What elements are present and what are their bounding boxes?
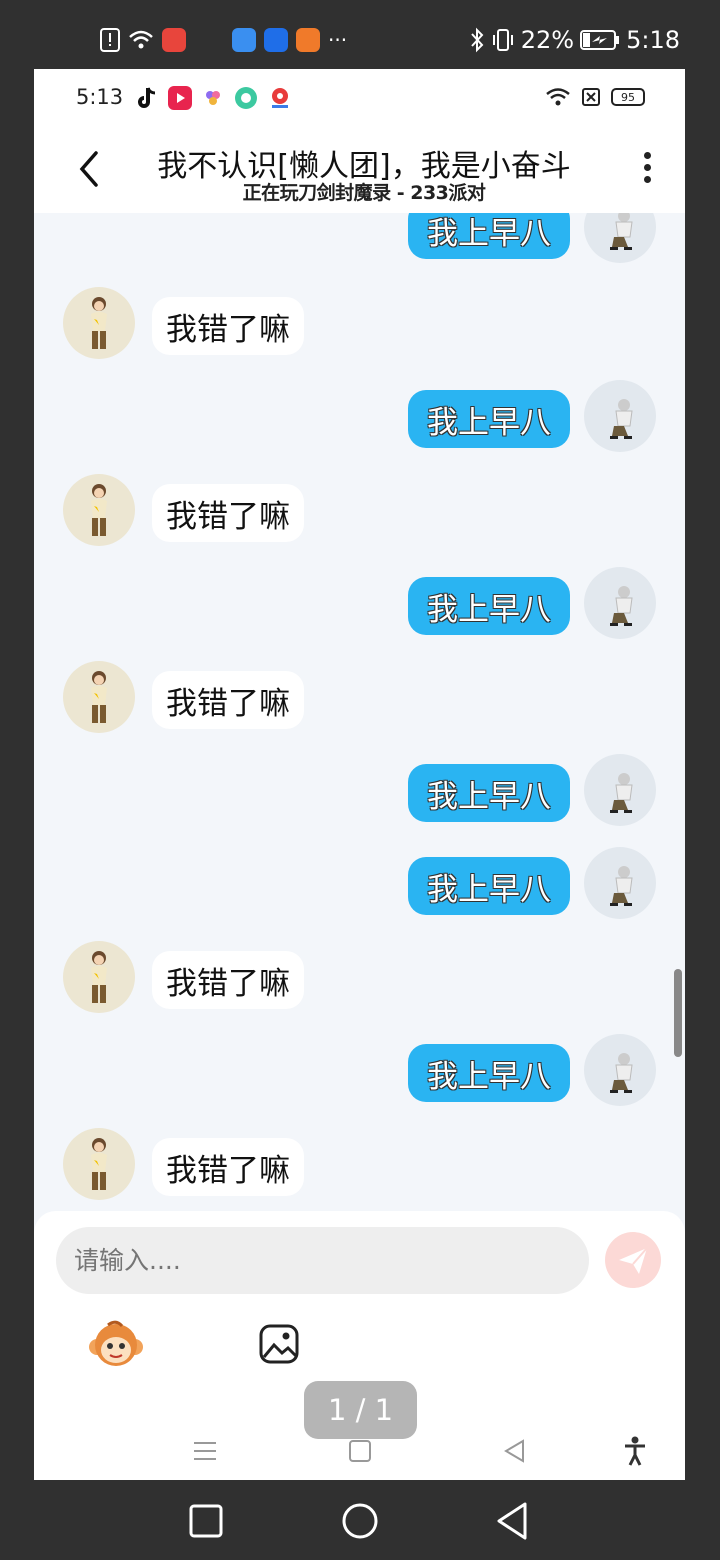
monkey-emoji-icon — [89, 1320, 143, 1366]
accessibility-icon — [625, 1436, 645, 1466]
my-avatar[interactable] — [584, 213, 656, 263]
inner-system-icons: 95 — [545, 87, 645, 107]
message-row: 我错了嘛 — [34, 287, 685, 363]
menu-icon — [194, 1442, 216, 1460]
video-app-icon — [168, 86, 192, 110]
outer-navigation-bar — [0, 1480, 720, 1560]
mirrored-phone-screen: 5:13 95 我不认识[懒人团]，我是小奋斗 正在玩刀剑封魔录 - 233派对… — [34, 69, 685, 1480]
map-app-icon — [268, 86, 292, 110]
my-avatar[interactable] — [584, 754, 656, 826]
chat-subtitle: 正在玩刀剑封魔录 - 233派对 — [242, 182, 486, 204]
inner-clock: 5:13 — [76, 85, 124, 109]
green-app-icon — [234, 86, 258, 110]
sent-message-bubble[interactable]: 我上早八 — [408, 213, 570, 259]
chat-header: 我不认识[懒人团]，我是小奋斗 正在玩刀剑封魔录 - 233派对 — [34, 125, 685, 213]
outer-clock: 5:18 — [626, 26, 680, 54]
message-row: 我错了嘛 — [34, 941, 685, 1017]
outer-back-triangle-icon — [497, 1502, 527, 1540]
message-row: 我上早八 — [34, 380, 685, 456]
outer-battery-percent: 22% — [520, 26, 575, 54]
message-row: 我错了嘛 — [34, 661, 685, 737]
tiktok-icon — [136, 86, 158, 110]
back-icon — [79, 151, 98, 187]
message-list[interactable]: 我上早八 我错了嘛 我上早八 我错了嘛 我上早八 我错了嘛 我上早八 我上早八 我错了嘛 我上早八… — [34, 213, 685, 1213]
message-row: 我错了嘛 — [34, 474, 685, 550]
store-app-icon — [162, 28, 186, 52]
message-row: 我上早八 — [34, 1034, 685, 1110]
home-circle-icon — [342, 1503, 378, 1539]
app-notification-icon-3 — [296, 28, 320, 52]
inner-battery-level: 95 — [621, 90, 635, 104]
outer-home-button[interactable] — [341, 1502, 379, 1544]
back-button[interactable] — [74, 147, 104, 191]
more-button[interactable] — [637, 149, 657, 189]
scrollbar[interactable] — [674, 969, 682, 1057]
sent-message-bubble[interactable]: 我上早八 — [408, 857, 570, 915]
more-icon — [637, 152, 657, 183]
my-avatar[interactable] — [584, 847, 656, 919]
gallery-button[interactable] — [258, 1323, 300, 1365]
message-input[interactable] — [56, 1227, 589, 1294]
alert-icon — [100, 28, 120, 52]
message-row: 我上早八 — [34, 847, 685, 923]
send-icon — [619, 1247, 648, 1274]
my-avatar[interactable] — [584, 1034, 656, 1106]
outer-status-bar: ··· 22% 5:18 — [0, 0, 720, 70]
bluetooth-icon — [469, 27, 485, 53]
sent-message-bubble[interactable]: 我上早八 — [408, 764, 570, 822]
accessibility-button[interactable] — [622, 1435, 648, 1471]
menu-nav-button[interactable] — [192, 1438, 218, 1468]
received-message-bubble[interactable]: 我错了嘛 — [152, 484, 304, 542]
sent-message-bubble[interactable]: 我上早八 — [408, 390, 570, 448]
received-message-bubble[interactable]: 我错了嘛 — [152, 297, 304, 355]
received-message-bubble[interactable]: 我错了嘛 — [152, 951, 304, 1009]
contact-avatar[interactable] — [63, 941, 135, 1013]
outer-back-button[interactable] — [494, 1501, 530, 1545]
home-nav-button[interactable] — [347, 1438, 373, 1468]
contact-avatar[interactable] — [63, 1128, 135, 1200]
back-nav-button[interactable] — [502, 1438, 528, 1468]
my-avatar[interactable] — [584, 380, 656, 452]
flower-app-icon — [202, 86, 224, 110]
outer-system-icons: 22% 5:18 — [469, 26, 680, 54]
inner-status-bar: 5:13 95 — [34, 69, 685, 125]
inner-battery-icon: 95 — [611, 88, 645, 106]
message-row: 我上早八 — [34, 754, 685, 830]
contact-avatar[interactable] — [63, 474, 135, 546]
received-message-bubble[interactable]: 我错了嘛 — [152, 671, 304, 729]
monkey-emoji-button[interactable] — [88, 1319, 144, 1369]
message-row: 我错了嘛 — [34, 1128, 685, 1204]
sent-message-bubble[interactable]: 我上早八 — [408, 1044, 570, 1102]
more-notifications-icon: ··· — [328, 28, 348, 52]
inner-wifi-icon — [545, 87, 571, 107]
sent-message-bubble[interactable]: 我上早八 — [408, 577, 570, 635]
message-row: 我上早八 — [34, 213, 685, 267]
inner-notification-icons — [136, 86, 292, 110]
send-button[interactable] — [605, 1232, 661, 1288]
battery-charging-icon — [580, 29, 620, 51]
vibrate-icon — [491, 28, 515, 52]
my-avatar[interactable] — [584, 567, 656, 639]
recents-square-icon — [189, 1504, 223, 1538]
gallery-icon — [259, 1324, 299, 1364]
message-row: 我上早八 — [34, 567, 685, 643]
app-notification-icon-2 — [264, 28, 288, 52]
no-sim-icon — [581, 87, 601, 107]
outer-recents-button[interactable] — [188, 1503, 224, 1543]
received-message-bubble[interactable]: 我错了嘛 — [152, 1138, 304, 1196]
back-triangle-icon — [504, 1439, 524, 1463]
page-indicator: 1 / 1 — [304, 1381, 417, 1439]
contact-avatar[interactable] — [63, 661, 135, 733]
contact-avatar[interactable] — [63, 287, 135, 359]
home-square-icon — [349, 1440, 371, 1462]
outer-notification-icons: ··· — [100, 28, 347, 52]
wifi-icon — [128, 29, 154, 51]
app-notification-icon-1 — [232, 28, 256, 52]
